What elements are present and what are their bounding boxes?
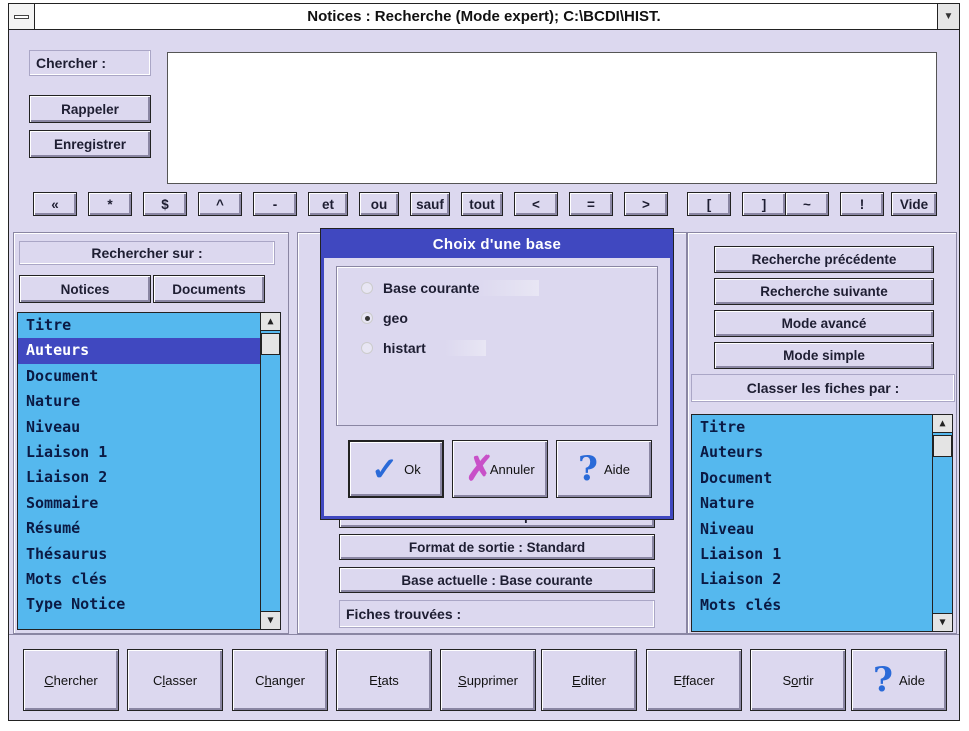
list-item[interactable]: Nature bbox=[18, 389, 280, 414]
search-button[interactable]: Chercher bbox=[23, 649, 119, 711]
operator-button[interactable]: * bbox=[88, 192, 132, 216]
scrollbar[interactable]: ▲ ▼ bbox=[932, 415, 952, 631]
operator-button[interactable]: ] bbox=[742, 192, 786, 216]
base-options-group: Base courante geo histart bbox=[336, 266, 658, 426]
previous-search-button[interactable]: Recherche précédente bbox=[714, 246, 934, 273]
operator-button[interactable]: [ bbox=[687, 192, 731, 216]
operator-button[interactable]: $ bbox=[143, 192, 187, 216]
list-item[interactable]: Niveau bbox=[692, 517, 952, 542]
scrollbar[interactable]: ▲ ▼ bbox=[260, 313, 280, 629]
operator-button[interactable]: « bbox=[33, 192, 77, 216]
search-on-label: Rechercher sur : bbox=[19, 241, 275, 265]
list-item[interactable]: Mots clés bbox=[692, 593, 952, 618]
sort-fields-list[interactable]: Titre Auteurs Document Nature Niveau Lia… bbox=[691, 414, 953, 632]
change-button[interactable]: Ch anger bbox=[232, 649, 328, 711]
base-choice-dialog: Choix d'une base Base courante geo hista… bbox=[321, 229, 673, 519]
search-fields-list[interactable]: Titre Auteurs Document Nature Niveau Lia… bbox=[17, 312, 281, 630]
dialog-help-button[interactable]: ? Aide bbox=[556, 440, 652, 498]
radio-icon[interactable] bbox=[361, 342, 373, 354]
checkmark-icon: ✓ bbox=[371, 451, 399, 487]
main-window: Notices : Recherche (Mode expert); C:\BC… bbox=[8, 3, 960, 721]
help-question-icon: ? bbox=[873, 660, 893, 700]
list-item[interactable]: Liaison 2 bbox=[692, 567, 952, 592]
radio-histart[interactable]: histart bbox=[361, 337, 486, 359]
sort-by-label: Classer les fiches par : bbox=[691, 374, 955, 402]
list-item[interactable]: Sommaire bbox=[18, 491, 280, 516]
help-question-icon: ? bbox=[578, 449, 598, 489]
bottom-toolbar: Chercher Cl asser Ch anger Et ats Supprimer… bbox=[9, 634, 959, 720]
save-search-button[interactable]: Enregistrer bbox=[29, 130, 151, 158]
quit-button[interactable]: So rtir bbox=[750, 649, 846, 711]
operator-button[interactable]: < bbox=[514, 192, 558, 216]
operator-button[interactable]: sauf bbox=[410, 192, 450, 216]
list-item[interactable]: Document bbox=[692, 466, 952, 491]
output-format-button[interactable]: Format de sortie : Standard bbox=[339, 534, 655, 560]
current-base-button[interactable]: Base actuelle : Base courante bbox=[339, 567, 655, 593]
scroll-up-icon[interactable]: ▲ bbox=[933, 415, 952, 433]
list-item[interactable]: Titre bbox=[18, 313, 280, 338]
list-item[interactable]: Niveau bbox=[18, 415, 280, 440]
list-item[interactable]: Titre bbox=[692, 415, 952, 440]
operator-button[interactable]: ~ bbox=[785, 192, 829, 216]
next-search-button[interactable]: Recherche suivante bbox=[714, 278, 934, 305]
advanced-mode-button[interactable]: Mode avancé bbox=[714, 310, 934, 337]
radio-icon[interactable] bbox=[361, 282, 373, 294]
title-bar: Notices : Recherche (Mode expert); C:\BC… bbox=[9, 4, 959, 30]
operator-button[interactable]: ou bbox=[359, 192, 399, 216]
list-item-selected[interactable]: Auteurs bbox=[18, 338, 280, 364]
sort-button[interactable]: Cl asser bbox=[127, 649, 223, 711]
recall-button[interactable]: Rappeler bbox=[29, 95, 151, 123]
radio-selected-icon[interactable] bbox=[361, 312, 373, 324]
clear-button[interactable]: Vide bbox=[891, 192, 937, 216]
edit-button[interactable]: Editer bbox=[541, 649, 637, 711]
erase-button[interactable]: Ef facer bbox=[646, 649, 742, 711]
window-title: Notices : Recherche (Mode expert); C:\BC… bbox=[307, 8, 661, 25]
operator-button[interactable]: - bbox=[253, 192, 297, 216]
ok-button[interactable]: ✓ Ok bbox=[348, 440, 444, 498]
list-item[interactable]: Liaison 1 bbox=[692, 542, 952, 567]
operator-button[interactable]: = bbox=[569, 192, 613, 216]
list-item[interactable]: Mots clés bbox=[18, 567, 280, 592]
states-button[interactable]: Et ats bbox=[336, 649, 432, 711]
operator-button[interactable]: tout bbox=[461, 192, 503, 216]
scroll-up-icon[interactable]: ▲ bbox=[261, 313, 280, 331]
scroll-down-icon[interactable]: ▼ bbox=[261, 611, 280, 629]
list-item[interactable]: Auteurs bbox=[692, 440, 952, 465]
radio-geo[interactable]: geo bbox=[361, 307, 468, 329]
list-item[interactable]: Type Notice bbox=[18, 592, 280, 617]
scroll-thumb[interactable] bbox=[933, 435, 952, 457]
list-item[interactable]: Résumé bbox=[18, 516, 280, 541]
dialog-title: Choix d'une base bbox=[324, 232, 670, 258]
operator-button[interactable]: > bbox=[624, 192, 668, 216]
operator-button[interactable]: et bbox=[308, 192, 348, 216]
search-query-input[interactable] bbox=[167, 52, 937, 184]
minimize-arrow-icon[interactable]: ▼ bbox=[937, 4, 959, 29]
records-found-label: Fiches trouvées : bbox=[339, 600, 655, 628]
scroll-down-icon[interactable]: ▼ bbox=[933, 613, 952, 631]
simple-mode-button[interactable]: Mode simple bbox=[714, 342, 934, 369]
list-item[interactable]: Document bbox=[18, 364, 280, 389]
radio-base-courante[interactable]: Base courante bbox=[361, 277, 540, 299]
documents-button[interactable]: Documents bbox=[153, 275, 265, 303]
cancel-button[interactable]: ✗ Annuler bbox=[452, 440, 548, 498]
search-label: Chercher : bbox=[29, 50, 151, 76]
help-button[interactable]: ? Aide bbox=[851, 649, 947, 711]
list-item[interactable]: Thésaurus bbox=[18, 542, 280, 567]
notices-button[interactable]: Notices bbox=[19, 275, 151, 303]
list-item[interactable]: Liaison 1 bbox=[18, 440, 280, 465]
operator-button[interactable]: ^ bbox=[198, 192, 242, 216]
operator-button[interactable]: ! bbox=[840, 192, 884, 216]
list-item[interactable]: Nature bbox=[692, 491, 952, 516]
system-menu-icon[interactable] bbox=[9, 4, 35, 29]
scroll-thumb[interactable] bbox=[261, 333, 280, 355]
list-item[interactable]: Liaison 2 bbox=[18, 465, 280, 490]
delete-button[interactable]: Supprimer bbox=[440, 649, 536, 711]
